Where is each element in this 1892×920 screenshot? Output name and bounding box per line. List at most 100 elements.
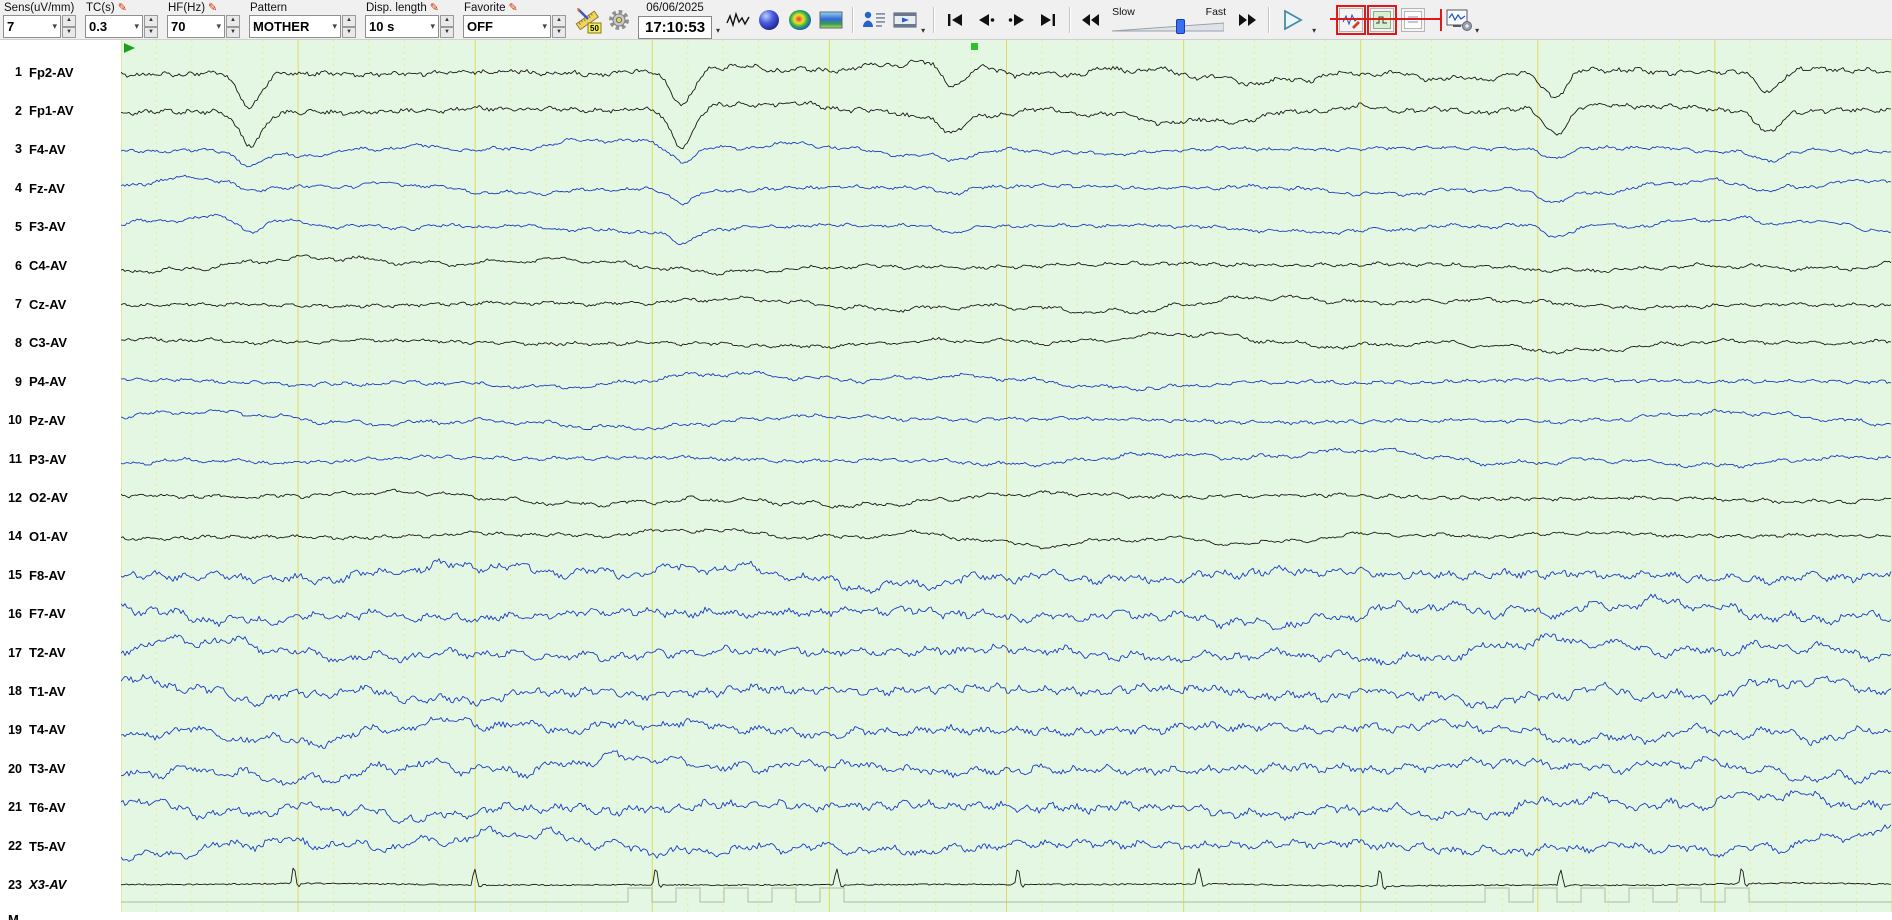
control-hf: HF(Hz) ✎ 70 ▾ ▲ ▼ (167, 1, 240, 38)
edit-pencil-icon[interactable]: ✎ (118, 3, 127, 14)
channel-label-F7-AV[interactable]: 16 F7-AV (0, 605, 121, 623)
channel-label-T6-AV[interactable]: 21 T6-AV (0, 798, 121, 816)
waveform-display-button[interactable] (724, 5, 752, 35)
channel-label-T1-AV[interactable]: 18 T1-AV (0, 682, 121, 700)
tc-spin-up[interactable]: ▲ (144, 15, 158, 27)
channel-label-Fz-AV[interactable]: 4 Fz-AV (0, 179, 121, 197)
square-wave-icon (1373, 11, 1392, 29)
patient-info-button[interactable] (860, 5, 888, 35)
step-back-icon (979, 14, 995, 26)
favorite-select[interactable]: OFF ▾ (463, 15, 551, 38)
favorite-spin-up[interactable]: ▲ (552, 15, 566, 27)
marker-row-label: M (8, 912, 19, 920)
jump-end-icon (1041, 14, 1056, 26)
settings-gear-button[interactable] (605, 5, 633, 35)
channel-label-T2-AV[interactable]: 17 T2-AV (0, 644, 121, 662)
pattern-spin-down[interactable]: ▼ (342, 26, 356, 38)
channel-label-F4-AV[interactable]: 3 F4-AV (0, 140, 121, 158)
jump-start-icon (948, 14, 963, 26)
channel-label-Fp2-AV[interactable]: 1 Fp2-AV (0, 63, 121, 81)
hf-select[interactable]: 70 ▾ (167, 15, 225, 38)
ruler-pencil-icon: 50 (575, 8, 602, 34)
channel-label-Pz-AV[interactable]: 10 Pz-AV (0, 411, 121, 429)
waveform-icon (726, 11, 750, 28)
jump-end-button[interactable] (1034, 5, 1062, 35)
video-button[interactable] (891, 5, 919, 35)
channel-label-F8-AV[interactable]: 15 F8-AV (0, 566, 121, 584)
marker-row: M (0, 912, 1892, 920)
channel-label-T5-AV[interactable]: 22 T5-AV (0, 837, 121, 855)
channel-label-C4-AV[interactable]: 6 C4-AV (0, 257, 121, 275)
channel-label-P3-AV[interactable]: 11 P3-AV (0, 450, 121, 468)
channel-label-Fp1-AV[interactable]: 2 Fp1-AV (0, 102, 121, 120)
chevron-down-icon[interactable]: ▾ (716, 26, 720, 35)
channel-label-P4-AV[interactable]: 9 P4-AV (0, 373, 121, 391)
eeg-traces (121, 40, 1892, 912)
measure-tool-button[interactable]: 50 (574, 5, 602, 35)
measure-value-label: 50 (590, 24, 599, 33)
sens-spin-up[interactable]: ▲ (62, 15, 76, 27)
channel-label-C3-AV[interactable]: 8 C3-AV (0, 334, 121, 352)
chevron-down-icon: ▾ (430, 21, 435, 31)
pattern-select[interactable]: MOTHER ▾ (249, 15, 341, 38)
chevron-down-icon[interactable]: ▾ (921, 26, 925, 35)
tc-spin-down[interactable]: ▼ (144, 26, 158, 38)
fast-forward-icon (1239, 14, 1257, 26)
disp-select[interactable]: 10 s ▾ (365, 15, 439, 38)
pattern-blank-button[interactable] (1401, 8, 1426, 32)
trend-graph-button[interactable] (817, 5, 845, 35)
tc-select[interactable]: 0.3 ▾ (85, 15, 143, 38)
eeg-trace-area[interactable] (121, 40, 1892, 912)
channel-label-column: 1 Fp2-AV 2 Fp1-AV 3 F4-AV 4 Fz-AV 5 F3-AV 6 C4-AV 7 C… (0, 40, 121, 912)
channel-label-T3-AV[interactable]: 20 T3-AV (0, 760, 121, 778)
pattern-waveform-icon (1342, 13, 1361, 29)
disp-spin-up[interactable]: ▲ (440, 15, 454, 27)
topo-map-button[interactable] (755, 5, 783, 35)
sens-select[interactable]: 7 ▾ (3, 15, 61, 38)
rainbow-map-icon (789, 10, 812, 30)
channel-label-O1-AV[interactable]: 14 O1-AV (0, 527, 121, 545)
list-lines-icon (1404, 11, 1423, 29)
edit-pencil-icon[interactable]: ✎ (208, 3, 217, 14)
time-display: 17:10:53 (638, 15, 713, 39)
chevron-down-icon[interactable]: ▾ (1475, 26, 1479, 35)
step-forward-button[interactable] (1003, 5, 1031, 35)
channel-label-O2-AV[interactable]: 12 O2-AV (0, 489, 121, 507)
channel-label-F3-AV[interactable]: 5 F3-AV (0, 218, 121, 236)
control-label: HF(Hz) ✎ (168, 2, 218, 14)
rewind-icon (1082, 14, 1100, 26)
disp-spin-down[interactable]: ▼ (440, 26, 454, 38)
favorite-spin-down[interactable]: ▼ (552, 26, 566, 38)
chevron-down-icon: ▾ (52, 21, 57, 31)
play-button[interactable] (1276, 5, 1310, 35)
film-icon (893, 12, 917, 28)
step-forward-icon (1008, 14, 1025, 26)
slider-handle[interactable] (1175, 18, 1185, 34)
control-label: Disp. length ✎ (366, 2, 439, 14)
chevron-down-icon: ▾ (216, 21, 221, 31)
channel-label-Cz-AV[interactable]: 7 Cz-AV (0, 295, 121, 313)
montage-settings-button[interactable] (1445, 5, 1473, 35)
chevron-down-icon[interactable]: ▾ (1312, 26, 1316, 35)
speed-slider[interactable]: Slow Fast (1110, 6, 1228, 35)
pattern-green-button[interactable] (1370, 8, 1395, 32)
red-annotation-tick (1440, 9, 1443, 31)
channel-label-T4-AV[interactable]: 19 T4-AV (0, 721, 121, 739)
jump-start-button[interactable] (941, 5, 969, 35)
sens-spin-down[interactable]: ▼ (62, 26, 76, 38)
control-pattern: Pattern MOTHER ▾ ▲ ▼ (249, 1, 356, 38)
channel-label-X3-AV[interactable]: 23 X3-AV (0, 876, 121, 894)
pattern-spin-up[interactable]: ▲ (342, 15, 356, 27)
eeg-main-area: 1 Fp2-AV 2 Fp1-AV 3 F4-AV 4 Fz-AV 5 F3-AV 6 C4-AV 7 C… (0, 40, 1892, 912)
hf-spin-down[interactable]: ▼ (226, 26, 240, 38)
spectral-map-button[interactable] (786, 5, 814, 35)
step-back-button[interactable] (972, 5, 1000, 35)
toolbar: Sens(uV/mm) 7 ▾ ▲ ▼ TC(s) ✎ 0.3 ▾ ▲ ▼ HF(Hz) ✎ 70 ▾ ▲ ▼ P… (0, 0, 1892, 40)
rewind-button[interactable] (1077, 5, 1105, 35)
fast-forward-button[interactable] (1233, 5, 1261, 35)
edit-pencil-icon[interactable]: ✎ (430, 3, 439, 14)
hf-spin-up[interactable]: ▲ (226, 15, 240, 27)
edit-pencil-icon[interactable]: ✎ (509, 3, 518, 14)
pattern-edit-button[interactable] (1339, 8, 1364, 32)
control-favorite: Favorite ✎ OFF ▾ ▲ ▼ (463, 1, 566, 38)
